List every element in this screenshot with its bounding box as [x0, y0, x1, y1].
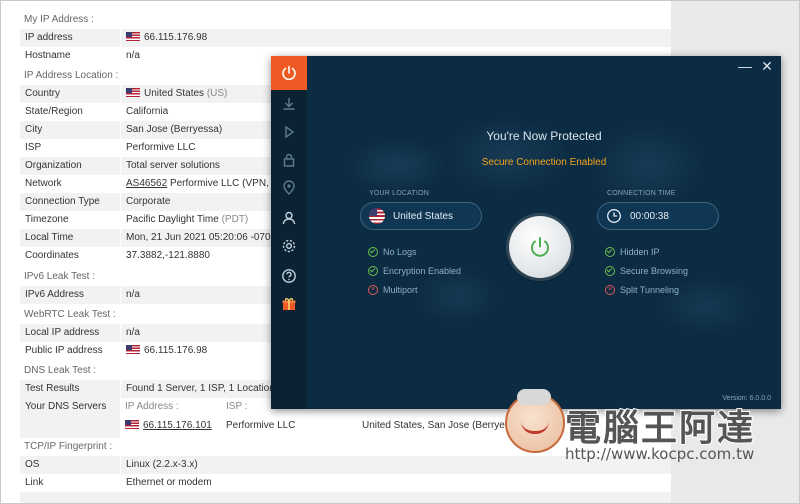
feature-secure-browsing: Secure Browsing — [605, 266, 688, 276]
row-key: Public IP address — [20, 342, 121, 360]
vpn-titlebar — [307, 56, 781, 76]
ip-address-value: 66.115.176.98 — [144, 32, 208, 43]
dns-header-isp: ISP : — [226, 401, 248, 412]
row-key: State/Region — [20, 103, 121, 121]
connection-time-value: 00:00:38 — [630, 210, 669, 222]
timezone-value: Pacific Daylight Time — [126, 214, 219, 225]
feature-label: No Logs — [383, 247, 417, 257]
sidebar-play[interactable] — [271, 120, 307, 144]
your-location-label: YOUR LOCATION — [369, 190, 430, 197]
row-key: ISP — [20, 139, 121, 157]
us-flag-icon — [126, 88, 140, 97]
feature-multiport: × Multiport — [368, 285, 418, 295]
check-circle-icon — [605, 266, 615, 276]
screenshot-frame: My IP Address : IP address 66.115.176.98… — [0, 0, 800, 504]
row-value: 66.115.176.98 — [121, 29, 671, 47]
timezone-code: (PDT) — [221, 214, 249, 225]
asn-link[interactable]: AS46562 — [126, 178, 167, 189]
row-key: Local Time — [20, 229, 121, 247]
row-key: IP address — [20, 29, 121, 47]
location-value: United States — [393, 210, 454, 222]
feature-split-tunneling: × Split Tunneling — [605, 285, 679, 295]
mascot-logo-icon — [505, 389, 565, 453]
row-key: Country — [20, 85, 121, 103]
feature-label: Encryption Enabled — [383, 266, 462, 276]
row-key: Network — [20, 175, 121, 193]
feature-encryption: Encryption Enabled — [368, 266, 461, 276]
lock-icon — [283, 153, 295, 167]
us-flag-icon — [126, 345, 140, 354]
country-value: United States — [144, 88, 205, 99]
row-key: Connection Type — [20, 193, 121, 211]
dns-ip-link[interactable]: 66.115.176.101 — [143, 420, 212, 431]
row-key: IPv6 Address — [20, 286, 121, 304]
table-row: IP address 66.115.176.98 — [20, 29, 671, 47]
power-icon — [282, 65, 296, 81]
sidebar-gift[interactable] — [271, 292, 307, 316]
row-key: Test Results — [20, 380, 121, 398]
row-key: Timezone — [20, 211, 121, 229]
close-button[interactable]: ✕ — [759, 58, 775, 74]
section-my-ip: My IP Address : — [20, 11, 671, 29]
sidebar-lock[interactable] — [271, 148, 307, 172]
feature-label: Split Tunneling — [620, 285, 680, 295]
connection-time-display: 00:00:38 — [597, 202, 719, 230]
row-key: Hostname — [20, 47, 121, 65]
status-subtitle: Secure Connection Enabled — [481, 157, 607, 168]
row-key: OS — [20, 456, 121, 474]
us-flag-icon — [369, 208, 385, 224]
vpn-sidebar — [271, 56, 307, 409]
watermark-brand: 電腦王阿達 — [564, 407, 756, 450]
public-ip-value: 66.115.176.98 — [144, 345, 208, 356]
row-key: Your DNS Servers — [20, 398, 121, 438]
us-flag-icon — [125, 420, 139, 429]
dns-location: United States, San Jose (Berryessa) — [362, 420, 524, 431]
row-key: Organization — [20, 157, 121, 175]
x-circle-icon: × — [605, 285, 615, 295]
connect-power-button[interactable] — [509, 216, 571, 278]
connection-time-label: CONNECTION TIME — [607, 190, 676, 197]
country-code: (US) — [206, 88, 228, 99]
watermark-url: http://www.kocpc.com.tw — [565, 445, 755, 463]
row-key: Link — [20, 474, 121, 492]
check-circle-icon — [368, 266, 378, 276]
feature-hidden-ip: Hidden IP — [605, 247, 660, 257]
help-icon — [282, 269, 296, 283]
dns-ip: 66.115.176.101 — [125, 417, 212, 435]
us-flag-icon — [126, 32, 140, 41]
feature-no-logs: No Logs — [368, 247, 417, 257]
sidebar-settings[interactable] — [271, 234, 307, 258]
location-pin-icon — [283, 180, 295, 195]
sidebar-power-tab[interactable] — [271, 56, 307, 90]
status-title: You're Now Protected — [486, 129, 602, 143]
minimize-button[interactable]: — — [737, 58, 753, 74]
sidebar-download[interactable] — [271, 92, 307, 116]
network-value: Performive LLC (VPN, A1 — [169, 178, 284, 189]
gift-icon — [282, 298, 296, 310]
row-key: Local IP address — [20, 324, 121, 342]
watermark: 電腦王阿達 http://www.kocpc.com.tw — [501, 381, 799, 501]
sidebar-ip[interactable] — [271, 176, 307, 200]
clock-icon — [607, 209, 621, 223]
feature-label: Secure Browsing — [620, 266, 689, 276]
download-icon — [283, 98, 295, 110]
feature-label: Multiport — [383, 285, 418, 295]
dns-isp: Performive LLC — [226, 420, 296, 431]
check-circle-icon — [368, 247, 378, 257]
vpn-window: — ✕ You're Now Protected Secure Connecti… — [271, 56, 781, 409]
sidebar-help[interactable] — [271, 264, 307, 288]
play-icon — [285, 125, 295, 139]
check-circle-icon — [605, 247, 615, 257]
row-key: Coordinates — [20, 247, 121, 265]
sidebar-account[interactable] — [271, 206, 307, 230]
feature-label: Hidden IP — [620, 247, 660, 257]
user-icon — [282, 211, 296, 225]
location-selector[interactable]: United States — [360, 202, 482, 230]
power-icon — [531, 237, 549, 257]
dns-header-ip: IP Address : — [125, 401, 179, 412]
x-circle-icon: × — [368, 285, 378, 295]
gear-icon — [282, 239, 296, 253]
row-key: City — [20, 121, 121, 139]
